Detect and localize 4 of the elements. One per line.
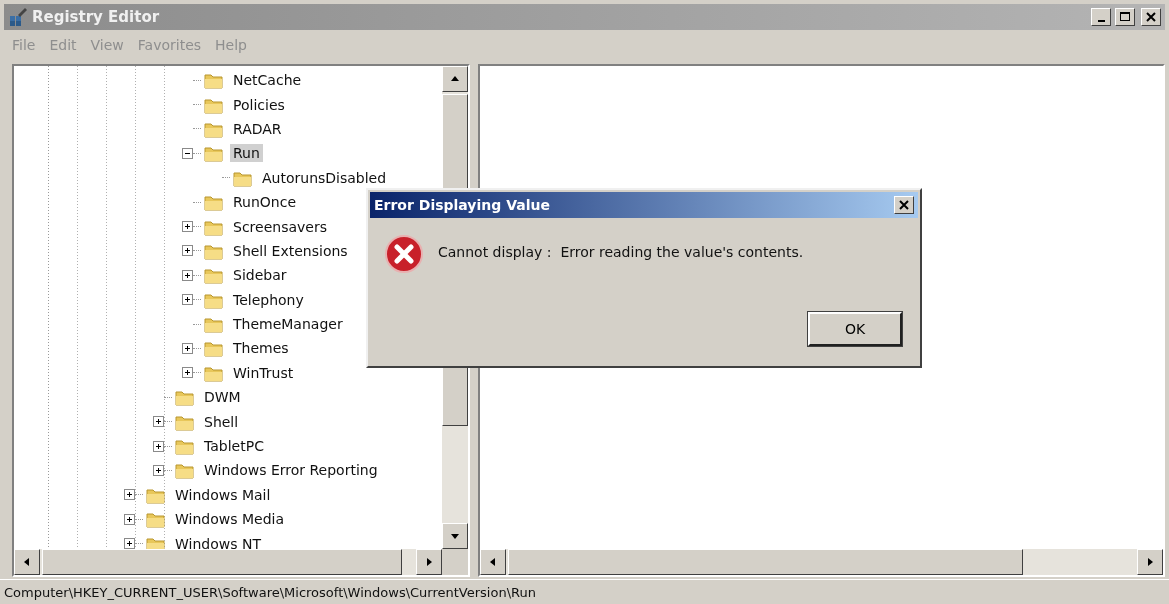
dialog-title: Error Displaying Value xyxy=(374,197,551,213)
window-title: Registry Editor xyxy=(32,8,161,26)
error-message: Cannot display : Error reading the value's contents. xyxy=(438,244,804,260)
registry-path: Computer\HKEY_CURRENT_USER\Software\Microsoft\Windows\CurrentVersion\Run xyxy=(4,584,536,600)
